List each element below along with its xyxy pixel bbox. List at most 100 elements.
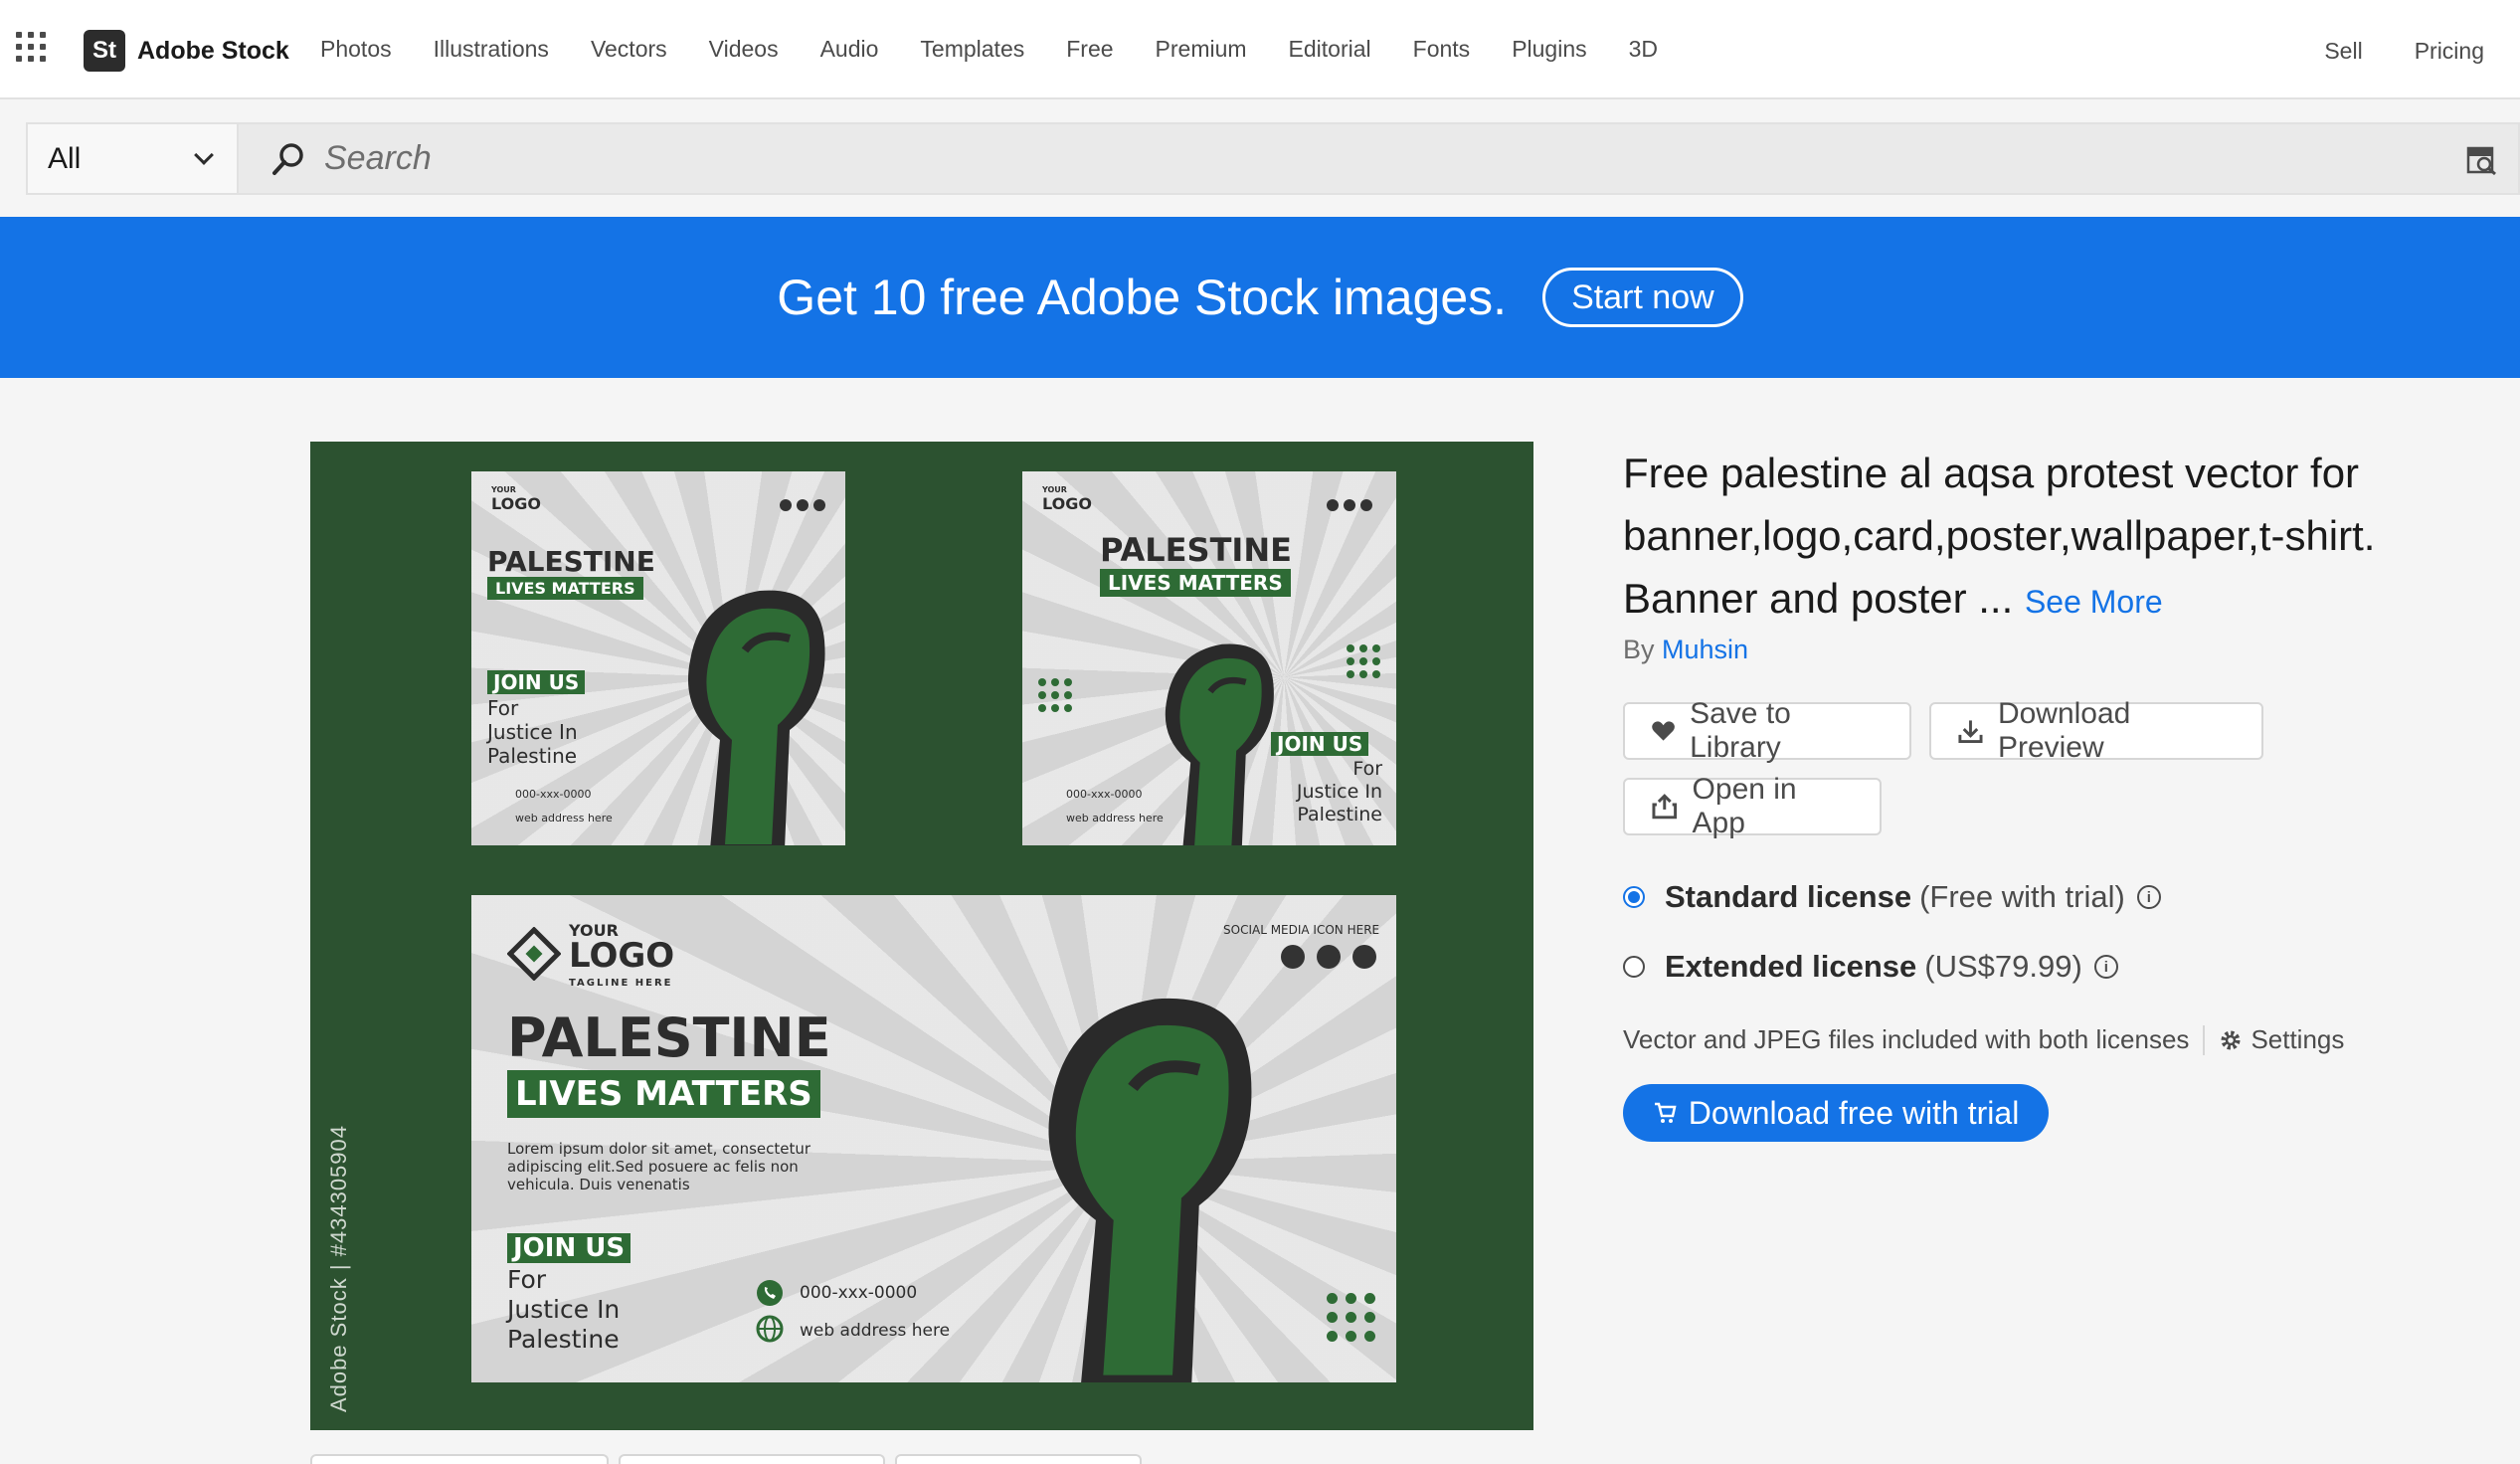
phone-icon	[757, 1280, 783, 1306]
related-tabs	[310, 1454, 1152, 1464]
asset-title-text: Free palestine al aqsa protest vector fo…	[1623, 450, 2376, 622]
card-social-label: SOCIAL MEDIA ICON HERE	[1223, 923, 1380, 937]
nav-editorial[interactable]: Editorial	[1289, 36, 1371, 63]
by-label: By	[1623, 635, 1655, 664]
standard-license-price: (Free with trial)	[1919, 879, 2125, 914]
nav-videos[interactable]: Videos	[709, 36, 779, 63]
download-icon	[1958, 720, 1983, 744]
brand-logo[interactable]: St Adobe Stock	[84, 30, 289, 72]
visual-search-icon[interactable]	[2466, 144, 2498, 176]
nav-free[interactable]: Free	[1066, 36, 1113, 63]
card-phone: 000-xxx-0000	[515, 788, 592, 801]
top-nav: St Adobe Stock Photos Illustrations Vect…	[0, 0, 2520, 99]
asset-title: Free palestine al aqsa protest vector fo…	[1623, 442, 2419, 634]
standard-license-option[interactable]: Standard license (Free with trial) i	[1623, 879, 2161, 915]
search-input[interactable]	[324, 139, 2114, 178]
card-web: web address here	[515, 812, 613, 824]
standard-license-radio[interactable]	[1623, 886, 1645, 908]
preview-card-top-left: YOUR LOGO PALESTINE LIVES MATTERS JOIN US…	[471, 471, 845, 845]
info-icon[interactable]: i	[2093, 955, 2118, 979]
nav-audio[interactable]: Audio	[820, 36, 879, 63]
gear-icon[interactable]	[2219, 1028, 2243, 1052]
nav-3d[interactable]: 3D	[1629, 36, 1658, 63]
share-icon	[1652, 794, 1678, 820]
search-scope-label: All	[48, 141, 82, 175]
asset-preview-image[interactable]: YOUR LOGO PALESTINE LIVES MATTERS JOIN US…	[310, 442, 1533, 1430]
extended-license-option[interactable]: Extended license (US$79.99) i	[1623, 949, 2118, 985]
preview-watermark: Adobe Stock | #434305904	[326, 1124, 351, 1412]
standard-license-name: Standard license	[1665, 879, 1912, 914]
social-dots	[780, 499, 825, 511]
preview-card-bottom: YOUR LOGO TAGLINE HERE SOCIAL MEDIA ICON H…	[471, 895, 1396, 1382]
nav-pricing[interactable]: Pricing	[2415, 38, 2484, 65]
nav-fonts[interactable]: Fonts	[1413, 36, 1471, 63]
decor-dots	[1347, 644, 1380, 678]
globe-icon	[756, 1315, 784, 1343]
download-preview-button[interactable]: Download Preview	[1929, 697, 2263, 764]
card-lorem: Lorem ipsum dolor sit amet, consectetur …	[507, 1140, 811, 1193]
card-justice: For Justice In Palestine	[507, 1265, 621, 1354]
card-justice: For Justice In Palestine	[1296, 758, 1382, 825]
search-bar: All	[26, 122, 2520, 195]
divider	[2203, 1024, 2206, 1055]
nav-photos[interactable]: Photos	[320, 36, 392, 63]
extended-license-radio[interactable]	[1623, 956, 1645, 978]
download-preview-label: Download Preview	[1997, 697, 2131, 764]
nav-vectors[interactable]: Vectors	[591, 36, 667, 63]
card-phone: 000-xxx-0000	[1066, 788, 1143, 801]
card-subhead: LIVES MATTERS	[1100, 569, 1291, 597]
tab-stub[interactable]	[310, 1454, 609, 1464]
search-field	[239, 124, 2518, 193]
byline: By Muhsin	[1623, 635, 1748, 665]
see-more-link[interactable]: See More	[2025, 584, 2163, 620]
nav-premium[interactable]: Premium	[1156, 36, 1247, 63]
raised-fist-icon	[688, 590, 825, 845]
cart-icon	[1654, 1102, 1677, 1123]
decor-dots	[1327, 1293, 1375, 1342]
download-free-trial-button[interactable]: Download free with trial	[1623, 1084, 2049, 1142]
social-dots	[1327, 499, 1372, 511]
card-join: JOIN US	[1271, 732, 1369, 756]
card-headline: PALESTINE	[507, 1006, 831, 1069]
nav-right: Sell Pricing	[2272, 38, 2484, 65]
card-logo: YOUR LOGO	[491, 485, 541, 513]
info-icon[interactable]: i	[2136, 885, 2161, 909]
tab-stub[interactable]	[619, 1454, 885, 1464]
author-link[interactable]: Muhsin	[1662, 635, 1748, 664]
card-subhead: LIVES MATTERS	[507, 1070, 820, 1118]
search-scope-dropdown[interactable]: All	[28, 124, 239, 193]
start-now-button[interactable]: Start now	[1542, 268, 1743, 327]
card-logo: YOUR LOGO	[1042, 485, 1092, 513]
nav-plugins[interactable]: Plugins	[1512, 36, 1586, 63]
nav-sell[interactable]: Sell	[2324, 38, 2362, 65]
nav-illustrations[interactable]: Illustrations	[434, 36, 549, 63]
extended-license-name: Extended license	[1665, 949, 1917, 984]
decor-dots	[1038, 678, 1072, 712]
app-switcher-icon[interactable]	[16, 32, 46, 62]
social-dots	[1281, 945, 1376, 969]
card-phone: 000-xxx-0000	[800, 1283, 918, 1303]
open-in-app-label: Open in App	[1692, 773, 1797, 839]
file-info-text: Vector and JPEG files included with both…	[1623, 1024, 2190, 1054]
card-join: JOIN US	[487, 670, 586, 694]
promo-text: Get 10 free Adobe Stock images.	[777, 270, 1508, 325]
save-to-library-button[interactable]: Save to Library	[1623, 697, 1911, 764]
brand-name: Adobe Stock	[137, 36, 289, 65]
card-justice: For Justice In Palestine	[487, 696, 578, 768]
card-web: web address here	[1066, 812, 1164, 824]
raised-fist-icon	[1048, 998, 1252, 1382]
card-logo: YOUR LOGO TAGLINE HERE	[569, 921, 675, 989]
nav-templates[interactable]: Templates	[920, 36, 1024, 63]
card-headline: PALESTINE	[1100, 531, 1292, 569]
heart-icon	[1652, 721, 1675, 741]
chevron-down-icon	[194, 145, 214, 165]
card-web: web address here	[800, 1321, 951, 1341]
main-nav: Photos Illustrations Vectors Videos Audi…	[320, 36, 1700, 63]
card-headline: PALESTINE	[487, 545, 655, 578]
open-in-app-button[interactable]: Open in App	[1623, 773, 1882, 839]
tab-stub[interactable]	[895, 1454, 1142, 1464]
card-join: JOIN US	[507, 1233, 631, 1263]
search-icon	[272, 142, 303, 175]
settings-link[interactable]: Settings	[2250, 1024, 2344, 1055]
file-info: Vector and JPEG files included with both…	[1623, 1024, 2344, 1055]
